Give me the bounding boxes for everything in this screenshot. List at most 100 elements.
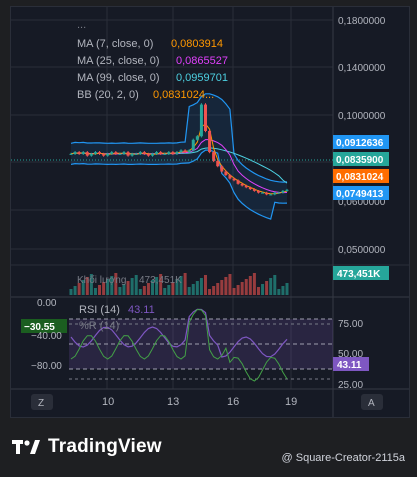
candle-body	[183, 150, 187, 153]
volume-bar	[220, 280, 224, 295]
candle-body	[175, 152, 179, 154]
volume-value: 473,451K	[139, 275, 182, 286]
volume-bar	[195, 281, 199, 295]
candle-body	[81, 152, 85, 154]
candle-body	[151, 153, 155, 156]
volume-bar	[73, 286, 77, 295]
volume-bar	[208, 289, 212, 295]
candle-body	[179, 150, 183, 153]
time-axis-0: 10	[102, 396, 114, 408]
wr-axis-1: −40.00	[31, 331, 62, 342]
candle-body	[281, 190, 285, 193]
candle-body	[93, 152, 97, 154]
candle-body	[163, 153, 167, 155]
auto-scale-button-label: A	[368, 398, 375, 409]
price-axis-0: 0,1800000	[338, 16, 386, 27]
candle-body	[155, 152, 159, 154]
timezone-button[interactable]: Z	[31, 394, 53, 410]
candle-body	[269, 194, 273, 196]
candle-body	[187, 150, 191, 153]
candle-body	[220, 166, 224, 172]
candle-body	[85, 152, 89, 156]
candle-body	[208, 130, 212, 153]
legend-bb-value: 0,0831024...	[153, 89, 214, 101]
candle-body	[236, 180, 240, 184]
candle-body	[73, 152, 77, 154]
wr-axis-2: −80.00	[31, 361, 62, 372]
tradingview-logo[interactable]: TradingView	[12, 436, 162, 458]
candle-body	[203, 104, 207, 131]
badge-last-price-text: 0,0835900	[336, 155, 384, 166]
volume-bar	[212, 286, 216, 295]
bollinger-upper	[70, 93, 288, 183]
candle-body	[89, 153, 93, 156]
volume-bar	[216, 283, 220, 295]
price-axis-2: 0,1000000	[338, 111, 386, 122]
candle-body	[69, 153, 73, 155]
legend-ma99-value: 0,0959701	[176, 72, 228, 84]
wr-axis-0: 0.00	[37, 298, 57, 309]
candle-body	[191, 139, 195, 151]
candle-body	[138, 152, 142, 154]
volume-bar	[93, 288, 97, 295]
volume-bar	[277, 289, 281, 295]
price-axis-1: 0,1400000	[338, 63, 386, 74]
candle-body	[98, 152, 102, 154]
tradingview-logo-icon	[12, 440, 40, 454]
volume-bar	[98, 285, 102, 295]
candle-body	[167, 152, 171, 154]
chart-frame: ... MA (7, close, 0) 0,0803914 MA (25, c…	[10, 6, 410, 418]
time-axis-3: 19	[285, 396, 297, 408]
rsi-value: 43.11	[128, 304, 155, 316]
volume-bar	[261, 284, 265, 295]
volume-bar	[232, 288, 236, 295]
candle-body	[122, 152, 126, 154]
candle-body	[134, 153, 138, 155]
legend-ma25-label: MA (25, close, 0)	[77, 55, 160, 67]
volume-bar	[248, 276, 252, 295]
badge-rsi-text: 43.11	[337, 360, 362, 371]
candle-body	[77, 152, 81, 154]
volume-bar	[281, 286, 285, 295]
watermark: @ Square-Creator-2115a	[281, 452, 405, 464]
volume-label: Khối lượng	[77, 274, 126, 286]
candle-body	[240, 183, 244, 186]
volume-bar	[273, 275, 277, 295]
candle-body	[114, 152, 118, 154]
candle-body	[265, 192, 269, 195]
candle-body	[118, 153, 122, 155]
legend-ma25-value: 0,0865527	[176, 55, 228, 67]
candle-body	[126, 152, 130, 156]
brand-name: TradingView	[48, 436, 162, 457]
candle-body	[171, 152, 175, 154]
rsi-axis-0: 75.00	[338, 319, 363, 330]
candle-body	[228, 175, 232, 179]
price-axis-4: 0,0500000	[338, 245, 386, 256]
badge-bb-lower-text: 0,0749413	[336, 189, 384, 200]
auto-scale-button[interactable]: A	[361, 394, 383, 410]
badge-volume-text: 473,451K	[337, 269, 381, 280]
candle-body	[146, 153, 150, 156]
badge-bb-basis-text: 0,0831024	[336, 172, 384, 183]
candle-body	[232, 178, 236, 181]
volume-bar	[142, 286, 146, 295]
volume-bar	[134, 275, 138, 295]
candle-body	[106, 153, 110, 156]
candle-body	[256, 190, 260, 193]
volume-bar	[228, 274, 232, 295]
volume-bar	[118, 287, 122, 295]
volume-bar	[130, 278, 134, 295]
candle-body	[224, 171, 228, 176]
legend-collapsed[interactable]: ...	[77, 19, 86, 31]
volume-bar	[126, 281, 130, 295]
volume-bar	[183, 273, 187, 295]
candle-body	[110, 152, 114, 154]
candle-body	[273, 192, 277, 195]
wr-label: %R (14)	[79, 320, 119, 332]
volume-bar	[285, 283, 289, 295]
candle-body	[199, 104, 203, 137]
volume-bar	[256, 287, 260, 295]
volume-bar	[224, 277, 228, 295]
time-axis-2: 16	[227, 396, 239, 408]
rsi-axis-2: 25.00	[338, 380, 363, 391]
